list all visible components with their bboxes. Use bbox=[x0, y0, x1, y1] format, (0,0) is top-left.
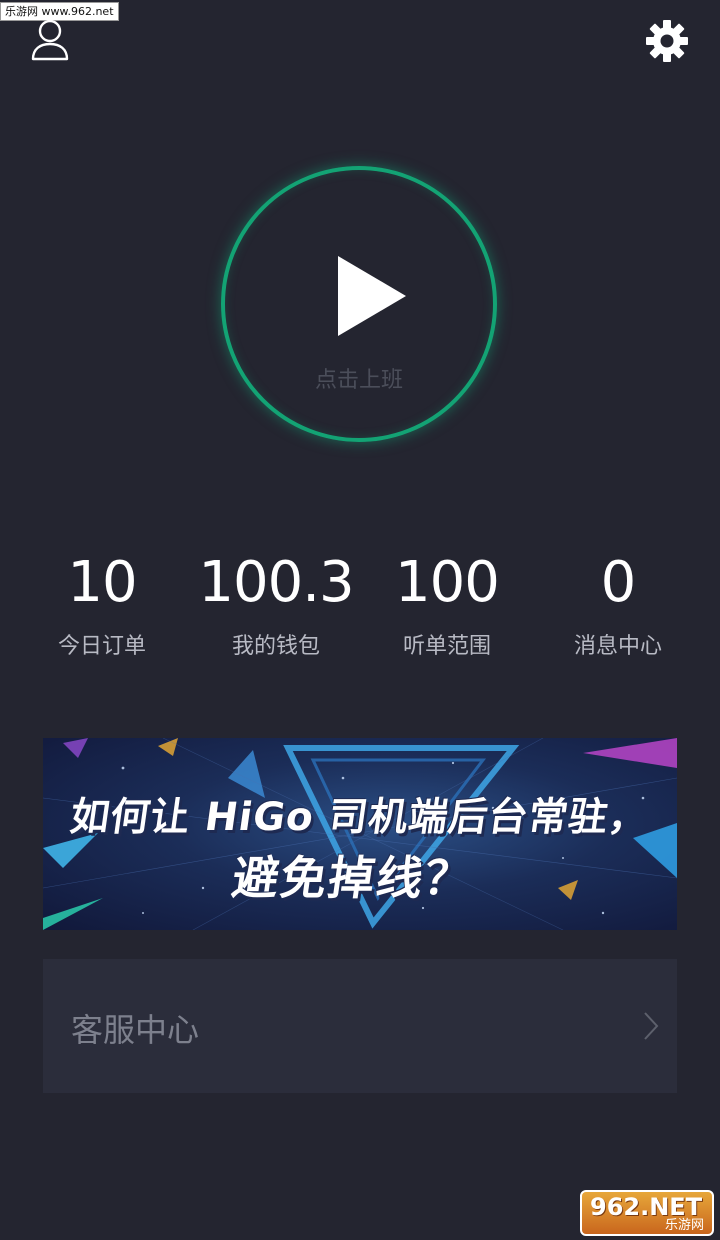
stat-label: 听单范围 bbox=[402, 634, 491, 659]
customer-service-row[interactable]: 客服中心 bbox=[43, 959, 677, 1093]
promo-banner[interactable]: 如何让 HiGo 司机端后台常驻， 避免掉线？ bbox=[43, 738, 677, 930]
stat-message-center[interactable]: 0 消息中心 bbox=[558, 548, 678, 660]
start-work-label: 点击上班 bbox=[314, 368, 403, 393]
stat-label: 今日订单 bbox=[57, 634, 146, 659]
stat-listen-range[interactable]: 100 听单范围 bbox=[384, 548, 510, 660]
stat-wallet[interactable]: 100.3 我的钱包 bbox=[190, 548, 362, 660]
banner-headline: 如何让 HiGo 司机端后台常驻， bbox=[67, 795, 652, 840]
stat-value: 100.3 bbox=[198, 550, 354, 615]
play-icon bbox=[338, 256, 406, 336]
stat-value: 100 bbox=[395, 550, 500, 615]
stat-label: 我的钱包 bbox=[231, 634, 320, 659]
start-work-button[interactable]: 点击上班 bbox=[221, 166, 497, 442]
stat-value: 10 bbox=[67, 550, 137, 615]
banner-subheadline: 避免掉线？ bbox=[228, 851, 477, 905]
stat-today-orders[interactable]: 10 今日订单 bbox=[42, 548, 162, 660]
stat-label: 消息中心 bbox=[573, 634, 662, 659]
gear-icon[interactable] bbox=[644, 18, 690, 64]
chevron-right-icon bbox=[644, 1012, 659, 1040]
watermark-logo-subtext: 乐游网 bbox=[664, 1218, 704, 1233]
user-icon[interactable] bbox=[30, 18, 70, 62]
watermark-bottom-logo: 962.NET 乐游网 bbox=[580, 1190, 714, 1236]
stat-value: 0 bbox=[600, 550, 637, 615]
customer-service-label: 客服中心 bbox=[71, 1011, 200, 1049]
